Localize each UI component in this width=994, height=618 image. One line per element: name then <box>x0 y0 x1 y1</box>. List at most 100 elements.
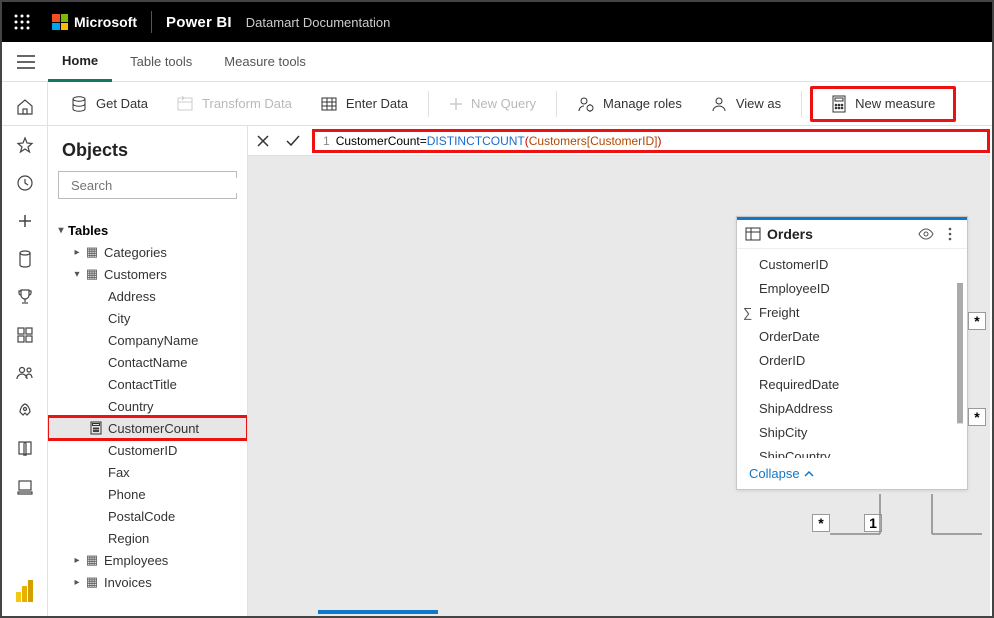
relationship-lines <box>730 494 990 616</box>
field-freight[interactable]: ∑Freight <box>737 300 967 324</box>
field-fax[interactable]: Fax <box>48 461 247 483</box>
field-orderdate[interactable]: OrderDate <box>737 324 967 348</box>
cancel-formula-button[interactable] <box>248 126 278 156</box>
cardinality-one: 1 <box>864 514 882 532</box>
apps-icon <box>17 327 33 343</box>
tab-measure-tools[interactable]: Measure tools <box>210 42 320 82</box>
field-city[interactable]: City <box>48 307 247 329</box>
table-employees[interactable]: ▸▦Employees <box>48 549 247 571</box>
field-country[interactable]: Country <box>48 395 247 417</box>
hamburger-button[interactable] <box>4 42 48 82</box>
stack-icon <box>16 479 34 495</box>
nav-learn[interactable] <box>2 432 48 466</box>
nav-create[interactable] <box>2 204 48 238</box>
enter-data-label: Enter Data <box>346 96 408 111</box>
cardinality-many-1: * <box>968 312 986 330</box>
field-address[interactable]: Address <box>48 285 247 307</box>
field-companyname[interactable]: CompanyName <box>48 329 247 351</box>
field-postalcode[interactable]: PostalCode <box>48 505 247 527</box>
nav-datasets[interactable] <box>2 242 48 276</box>
objects-title: Objects <box>48 126 247 171</box>
view-as-button[interactable]: View as <box>698 88 793 120</box>
nav-recent[interactable] <box>2 166 48 200</box>
field-shipcity[interactable]: ShipCity <box>737 420 967 444</box>
commit-formula-button[interactable] <box>278 126 308 156</box>
book-icon <box>17 440 33 458</box>
header-divider <box>151 11 152 33</box>
database-icon <box>70 95 88 113</box>
calculator-icon <box>88 421 104 435</box>
field-employeeid[interactable]: EmployeeID <box>737 276 967 300</box>
formula-function: DISTINCTCOUNT <box>427 134 525 148</box>
new-query-label: New Query <box>471 96 536 111</box>
card-visibility-button[interactable] <box>917 228 935 240</box>
field-phone[interactable]: Phone <box>48 483 247 505</box>
chevron-right-icon: ▸ <box>70 577 84 588</box>
user-icon <box>710 95 728 113</box>
field-contactname[interactable]: ContactName <box>48 351 247 373</box>
card-title: Orders <box>767 226 813 242</box>
table-categories[interactable]: ▸▦Categories <box>48 241 247 263</box>
nav-workspaces[interactable] <box>2 470 48 504</box>
brand-text: Microsoft <box>74 14 137 30</box>
field-shipcountry[interactable]: ShipCountry <box>737 444 967 458</box>
plus-icon <box>17 213 33 229</box>
field-orderid[interactable]: OrderID <box>737 348 967 372</box>
nav-goals[interactable] <box>2 280 48 314</box>
table-card-orders[interactable]: Orders CustomerID EmployeeID ∑Freight Or… <box>736 216 968 490</box>
get-data-label: Get Data <box>96 96 148 111</box>
nav-favorites[interactable] <box>2 128 48 162</box>
chevron-down-icon: ▾ <box>54 225 68 236</box>
toolbar-divider-1 <box>428 91 429 117</box>
plus-icon <box>449 97 463 111</box>
nav-apps[interactable] <box>2 318 48 352</box>
calculator-icon <box>831 95 847 113</box>
model-canvas[interactable]: Orders CustomerID EmployeeID ∑Freight Or… <box>248 156 990 616</box>
chevron-right-icon: ▸ <box>70 555 84 566</box>
new-measure-button[interactable]: New measure <box>810 86 956 122</box>
app-launcher-button[interactable] <box>2 2 42 42</box>
measure-customercount[interactable]: CustomerCount <box>48 417 247 439</box>
search-input[interactable] <box>71 178 247 193</box>
tables-node[interactable]: ▾Tables <box>48 219 247 241</box>
field-region[interactable]: Region <box>48 527 247 549</box>
new-query-button: New Query <box>437 88 548 120</box>
manage-roles-button[interactable]: Manage roles <box>565 88 694 120</box>
left-nav <box>2 82 48 616</box>
field-shipaddress[interactable]: ShipAddress <box>737 396 967 420</box>
field-requireddate[interactable]: RequiredDate <box>737 372 967 396</box>
field-customerid[interactable]: CustomerID <box>48 439 247 461</box>
chevron-down-icon: ▾ <box>70 269 84 280</box>
transform-icon <box>176 95 194 113</box>
field-contacttitle[interactable]: ContactTitle <box>48 373 247 395</box>
table-icon: ▦ <box>84 574 100 590</box>
manage-roles-label: Manage roles <box>603 96 682 111</box>
table-customers[interactable]: ▾▦Customers <box>48 263 247 285</box>
nav-home[interactable] <box>2 90 48 124</box>
nav-powerbi[interactable] <box>2 574 48 608</box>
eye-icon <box>918 228 934 240</box>
canvas-hscroll-thumb[interactable] <box>318 610 438 614</box>
home-icon <box>16 98 34 116</box>
nav-deployment[interactable] <box>2 394 48 428</box>
field-customerid[interactable]: CustomerID <box>737 252 967 276</box>
card-more-button[interactable] <box>941 227 959 241</box>
table-invoices[interactable]: ▸▦Invoices <box>48 571 247 593</box>
enter-data-button[interactable]: Enter Data <box>308 88 420 120</box>
nav-shared[interactable] <box>2 356 48 390</box>
transform-data-button: Transform Data <box>164 88 304 120</box>
new-measure-label: New measure <box>855 96 935 111</box>
table-icon: ▦ <box>84 552 100 568</box>
app-name: Power BI <box>166 14 232 31</box>
collapse-button[interactable]: Collapse <box>737 458 967 489</box>
transform-data-label: Transform Data <box>202 96 292 111</box>
tab-table-tools[interactable]: Table tools <box>116 42 206 82</box>
formula-input[interactable]: 1 CustomerCount = DISTINCTCOUNT ( Custom… <box>312 129 990 153</box>
x-icon <box>256 134 270 148</box>
search-box[interactable] <box>58 171 237 199</box>
card-scrollbar-thumb[interactable] <box>957 283 963 423</box>
tab-home[interactable]: Home <box>48 42 112 82</box>
get-data-button[interactable]: Get Data <box>58 88 160 120</box>
view-as-label: View as <box>736 96 781 111</box>
objects-panel: Objects ▾Tables ▸▦Categories ▾▦Customers… <box>48 126 248 616</box>
